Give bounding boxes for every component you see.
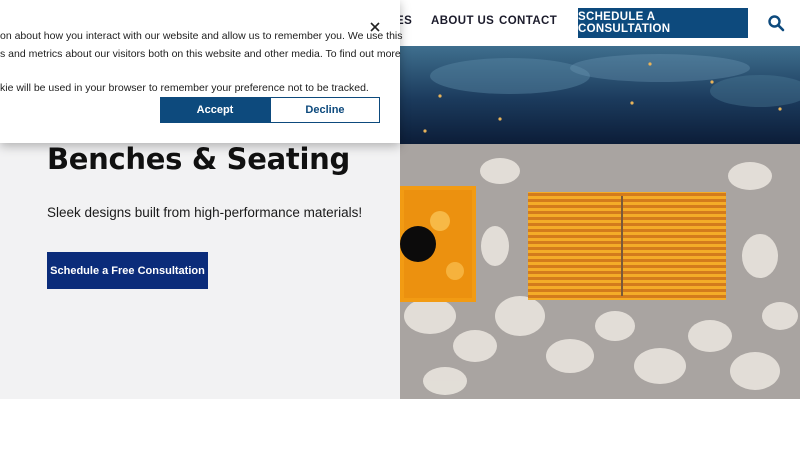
cookie-text-line-3: kie will be used in your browser to reme… (0, 82, 369, 94)
cookie-text-line-1: on about how you interact with our websi… (0, 30, 403, 42)
hero-subtitle: Sleek designs built from high-performanc… (47, 205, 363, 220)
decline-button[interactable]: Decline (270, 97, 380, 123)
cookie-text-line-2: s and metrics about our visitors both on… (0, 48, 401, 60)
benches-photo (400, 46, 800, 399)
accept-button[interactable]: Accept (160, 97, 270, 123)
search-icon[interactable] (767, 14, 785, 32)
hero-image (400, 46, 800, 399)
nav-link-about-us[interactable]: ABOUT US (431, 15, 494, 27)
cookie-banner: on about how you interact with our websi… (0, 0, 403, 143)
free-consultation-button[interactable]: Schedule a Free Consultation (47, 252, 208, 289)
hero-title: Benches & Seating (47, 142, 350, 176)
schedule-consultation-button[interactable]: SCHEDULE A CONSULTATION (578, 8, 748, 38)
nav-link-contact[interactable]: CONTACT (499, 15, 557, 27)
close-icon[interactable] (367, 19, 383, 35)
